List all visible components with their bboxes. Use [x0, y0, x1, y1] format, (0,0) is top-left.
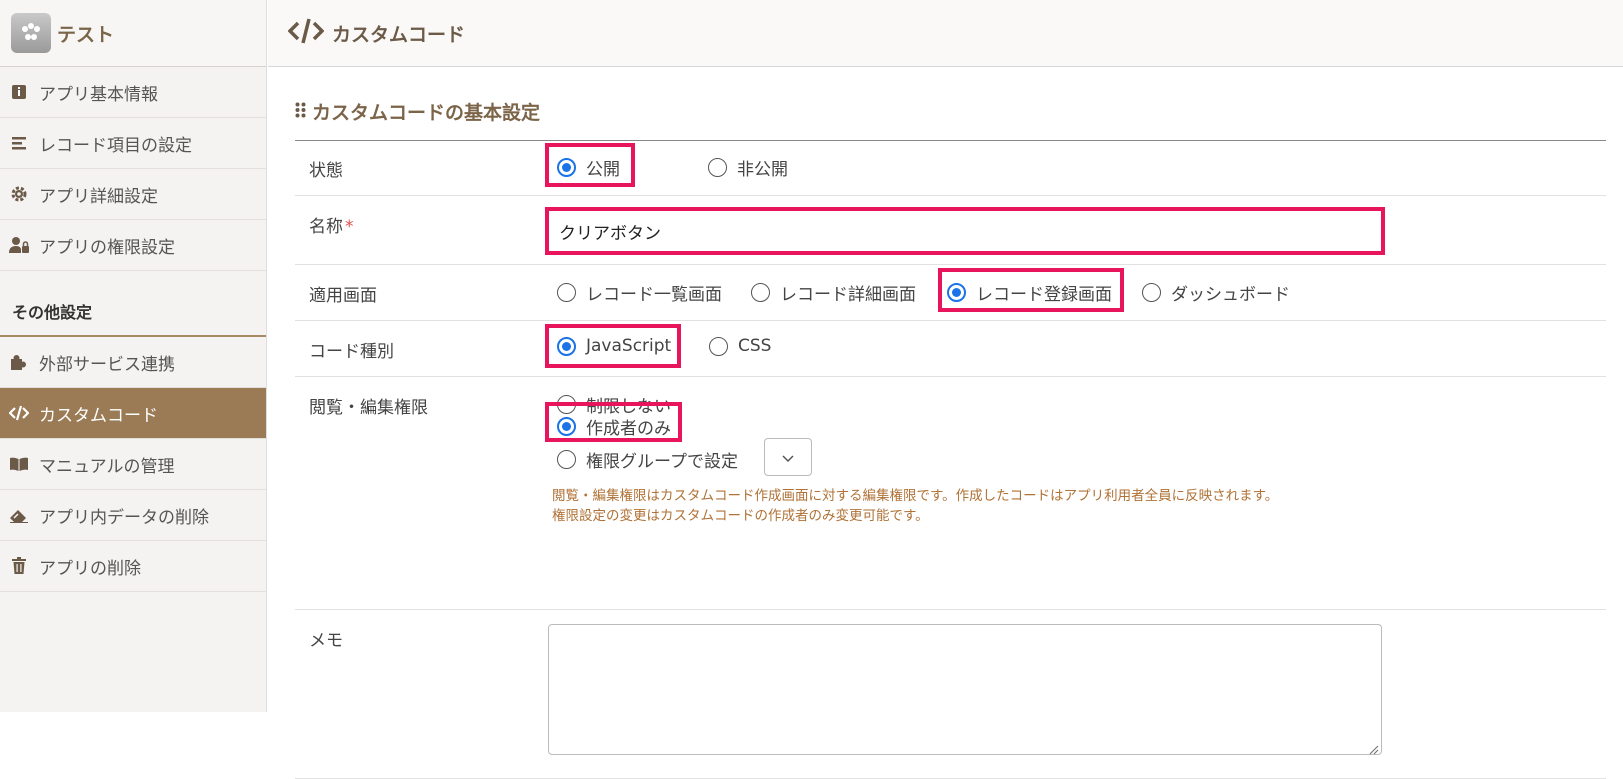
- screen-label: 適用画面: [309, 286, 377, 306]
- screen-detail-radio[interactable]: レコード詳細画面: [751, 280, 916, 305]
- radio-label: レコード詳細画面: [780, 285, 916, 305]
- sidebar-item-label: マニュアルの管理: [39, 456, 175, 477]
- permission-note-line2: 権限設定の変更はカスタムコードの作成者のみ変更可能です。: [552, 508, 929, 524]
- sidebar-item-label: カスタムコード: [39, 405, 158, 426]
- highlight-box: [545, 324, 681, 368]
- name-label-text: 名称: [309, 217, 343, 237]
- code-type-css-radio[interactable]: CSS: [709, 336, 771, 356]
- section-title-text: カスタムコードの基本設定: [312, 102, 541, 124]
- sidebar-item-label: アプリ詳細設定: [39, 186, 158, 207]
- trash-icon: [9, 556, 29, 576]
- sidebar-item-label: レコード項目の設定: [39, 135, 192, 156]
- gear-icon: [9, 184, 29, 204]
- sidebar-item-basic-info[interactable]: アプリ基本情報: [0, 67, 266, 118]
- sidebar-item-delete-data[interactable]: アプリ内データの削除: [0, 490, 266, 541]
- sidebar-item-label: 外部サービス連携: [39, 354, 175, 375]
- resize-grip-icon[interactable]: [1367, 740, 1379, 755]
- sidebar-item-label: アプリ基本情報: [39, 84, 158, 105]
- sidebar: テスト アプリ基本情報 レコード項目の設定 アプリ詳細設定 アプリの権限設定 そ…: [0, 0, 267, 712]
- sidebar-item-permissions[interactable]: アプリの権限設定: [0, 220, 266, 271]
- permission-group-radio[interactable]: 権限グループで設定: [557, 447, 738, 472]
- sidebar-item-detail-settings[interactable]: アプリ詳細設定: [0, 169, 266, 220]
- info-icon: [9, 82, 29, 102]
- permission-group-select[interactable]: [764, 438, 812, 476]
- sidebar-item-delete-app[interactable]: アプリの削除: [0, 541, 266, 592]
- radio-unchecked: [751, 283, 770, 302]
- topbar: カスタムコード: [268, 0, 1623, 67]
- section-title: カスタムコードの基本設定: [295, 98, 540, 125]
- radio-label: 非公開: [737, 160, 788, 180]
- app-name: テスト: [57, 23, 115, 46]
- app-header: テスト: [0, 0, 266, 67]
- permission-label: 閲覧・編集権限: [309, 398, 428, 418]
- code-icon: [9, 403, 29, 423]
- app-logo-icon: [11, 13, 51, 53]
- radio-label: CSS: [738, 336, 772, 356]
- radio-unchecked: [709, 336, 728, 356]
- radio-label: レコード一覧画面: [586, 285, 722, 305]
- screen-list-radio[interactable]: レコード一覧画面: [557, 280, 722, 305]
- screen-dashboard-radio[interactable]: ダッシュボード: [1142, 280, 1290, 305]
- other-settings-heading: その他設定: [0, 271, 266, 337]
- radio-unchecked: [557, 450, 576, 469]
- required-mark: *: [345, 217, 354, 237]
- radio-label: 権限グループで設定: [586, 452, 738, 472]
- highlight-box: [938, 268, 1124, 312]
- user-lock-icon: [9, 235, 29, 255]
- list-icon: [9, 133, 29, 153]
- sidebar-item-manual[interactable]: マニュアルの管理: [0, 439, 266, 490]
- eraser-icon: [9, 505, 29, 525]
- memo-label: メモ: [309, 631, 343, 651]
- radio-unchecked: [1142, 283, 1161, 302]
- code-type-row: コード種別 JavaScript CSS: [295, 322, 1606, 377]
- name-label: 名称 *: [309, 212, 354, 237]
- status-private-radio[interactable]: 非公開: [708, 155, 788, 180]
- radio-unchecked: [708, 158, 727, 177]
- memo-textarea[interactable]: [548, 624, 1382, 755]
- highlight-box: [545, 207, 1385, 255]
- chevron-down-icon: [782, 448, 794, 467]
- sidebar-item-record-fields[interactable]: レコード項目の設定: [0, 118, 266, 169]
- sidebar-item-label: アプリ内データの削除: [39, 507, 209, 528]
- sidebar-item-external-services[interactable]: 外部サービス連携: [0, 337, 266, 388]
- permission-row: 閲覧・編集権限 制限しない 作成者のみ 権限グループで設定 閲覧・編集権限はカス…: [295, 378, 1606, 610]
- radio-label: ダッシュボード: [1171, 285, 1290, 305]
- permission-note-line1: 閲覧・編集権限はカスタムコード作成画面に対する編集権限です。作成したコードはアプ…: [552, 488, 1279, 504]
- highlight-box: [545, 143, 635, 187]
- radio-unchecked: [557, 283, 576, 302]
- drag-handle-icon: [295, 101, 306, 123]
- status-row: 状態 公開 非公開: [295, 141, 1606, 196]
- highlight-box: [545, 402, 682, 442]
- sidebar-item-label: アプリの権限設定: [39, 237, 175, 258]
- screen-row: 適用画面 レコード一覧画面 レコード詳細画面 レコード登録画面 ダッシュボード: [295, 266, 1606, 321]
- book-icon: [9, 454, 29, 474]
- code-type-label: コード種別: [309, 342, 394, 362]
- sidebar-item-label: アプリの削除: [39, 558, 141, 579]
- puzzle-icon: [9, 352, 29, 372]
- page-title: カスタムコード: [332, 23, 466, 46]
- status-label: 状態: [309, 161, 343, 181]
- code-icon: [287, 17, 325, 49]
- sidebar-item-custom-code[interactable]: カスタムコード: [0, 388, 266, 439]
